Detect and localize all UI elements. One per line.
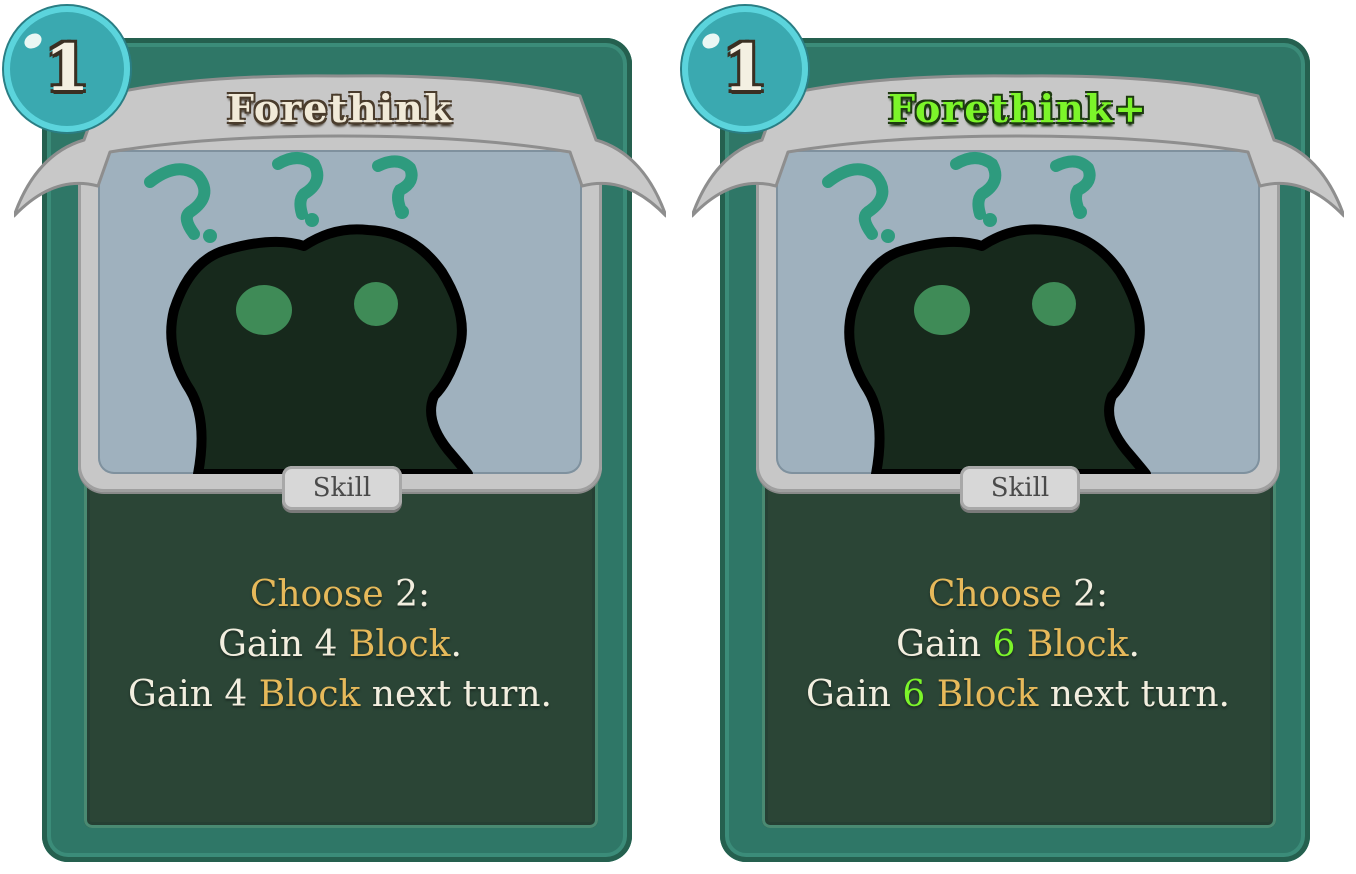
block-value: 4 [314,624,338,665]
energy-orb-icon: 1 [4,6,130,132]
block-value-upgraded: 6 [902,674,926,715]
description-line-3: Gain 6 Block next turn. [806,674,1230,715]
creature-silhouette-icon [166,224,473,474]
block-value-upgraded: 6 [992,624,1016,665]
card-description: Choose 2: Gain 4 Block. Gain 4 Block nex… [90,570,590,720]
card-description: Choose 2: Gain 6 Block. Gain 6 Block nex… [768,570,1268,720]
energy-cost: 1 [722,31,768,106]
keyword-choose: Choose [927,574,1062,615]
creature-silhouette-icon [844,224,1151,474]
energy-orb-icon: 1 [682,6,808,132]
card-type-tab: Skill [282,466,402,510]
card-forethink-upgraded[interactable]: Forethink+ 1 Skill Choose 2: Gain 6 Bloc… [678,0,1356,874]
description-line-1: Choose 2: [249,574,431,615]
keyword-block: Block [247,674,361,715]
keyword-block: Block [925,674,1039,715]
block-value: 4 [224,674,248,715]
card-title: Forethink+ [888,86,1148,131]
keyword-block: Block [337,624,451,665]
description-line-1: Choose 2: [927,574,1109,615]
keyword-choose: Choose [249,574,384,615]
description-line-2: Gain 6 Block. [896,624,1140,665]
description-line-3: Gain 4 Block next turn. [128,674,552,715]
card-type-label: Skill [312,473,372,503]
card-forethink[interactable]: Forethink 1 Skill Choose 2: Gain 4 Block… [0,0,680,874]
card-type-label: Skill [990,473,1050,503]
keyword-block: Block [1015,624,1129,665]
card-title: Forethink [226,86,454,131]
description-line-2: Gain 4 Block. [218,624,462,665]
energy-cost: 1 [44,31,90,106]
card-type-tab: Skill [960,466,1080,510]
